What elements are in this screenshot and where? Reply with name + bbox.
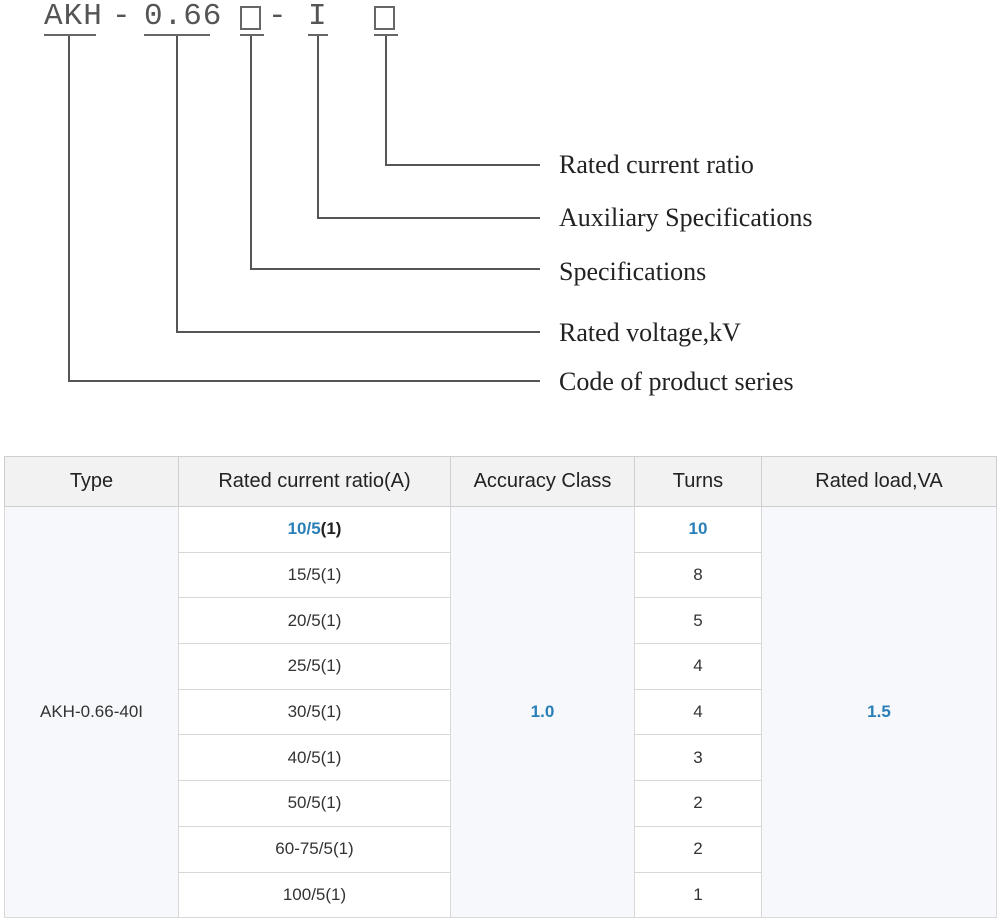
leader-line [250,36,252,270]
leader-line [385,164,540,166]
label-rated-current-ratio: Rated current ratio [559,150,754,179]
model-code-diagram: AKH - 0.66 - I Rated current ratio Auxil… [0,0,1000,450]
code-aux: I [308,0,328,34]
ratio-primary: 10/5 [287,519,321,539]
turns-cell: 4 [634,688,762,736]
ratio-cell: 15/5(1) [178,551,451,599]
ratio-cell: 10/5(1) [178,506,451,553]
ratio-cell: 60-75/5(1) [178,825,451,873]
ratio-placeholder-box [374,6,395,30]
turns-cell: 1 [634,871,762,919]
ratio-cell: 20/5(1) [178,597,451,645]
ratio-cell: 100/5(1) [178,871,451,919]
header-rated-current-ratio: Rated current ratio(A) [178,456,451,507]
rated-load-cell: 1.5 [761,505,997,919]
turns-cell: 2 [634,825,762,873]
label-specifications: Specifications [559,257,707,286]
header-accuracy-class: Accuracy Class [450,456,635,507]
leader-line [250,268,540,270]
leader-line [317,36,319,219]
accuracy-class-cell: 1.0 [450,505,635,919]
header-turns: Turns [634,456,762,507]
spec-table: Type Rated current ratio(A) Accuracy Cla… [4,456,997,919]
turns-cell: 5 [634,597,762,645]
leader-line [317,217,540,219]
turns-cell: 3 [634,734,762,782]
header-rated-load: Rated load,VA [761,456,997,507]
code-prefix: AKH [44,0,103,34]
spec-placeholder-box [240,6,261,30]
turns-cell: 4 [634,643,762,690]
ratio-cell: 50/5(1) [178,780,451,827]
code-underline [44,34,96,36]
leader-line [68,380,540,382]
leader-line [176,36,178,333]
code-underline [240,34,264,36]
turns-cell: 2 [634,780,762,827]
leader-line [68,36,70,382]
header-type: Type [4,456,179,507]
turns-cell: 8 [634,551,762,599]
ratio-cell: 25/5(1) [178,643,451,690]
label-rated-voltage: Rated voltage,kV [559,318,741,347]
code-voltage: 0.66 [144,0,223,34]
turns-cell: 10 [634,506,762,553]
leader-line [176,331,540,333]
ratio-cell: 30/5(1) [178,688,451,736]
table-header-row: Type Rated current ratio(A) Accuracy Cla… [4,456,997,507]
label-code-of-product-series: Code of product series [559,367,794,396]
type-cell: AKH-0.66-40I [4,505,179,919]
table-row: AKH-0.66-40I 10/5(1) 1.0 10 1.5 [4,505,997,919]
label-auxiliary-specifications: Auxiliary Specifications [559,203,813,232]
ratio-secondary: (1) [320,519,342,539]
code-dash: - [268,0,288,34]
ratio-cell: 40/5(1) [178,734,451,782]
code-dash: - [112,0,132,34]
leader-line [385,36,387,166]
